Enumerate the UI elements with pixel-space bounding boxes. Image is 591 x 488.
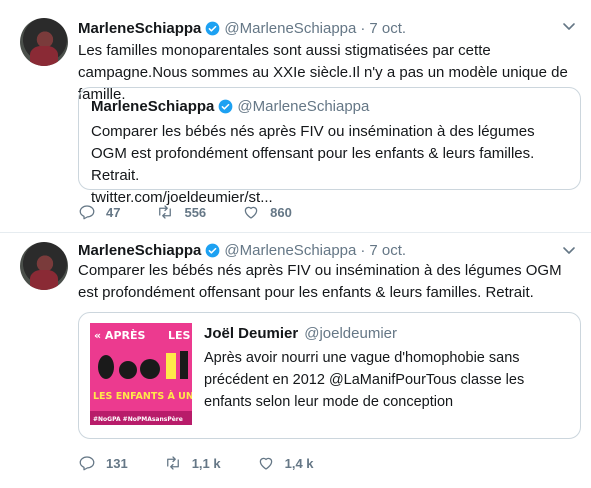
thumb-text-top-left: « APRÈS — [94, 329, 145, 342]
vegetable-shape — [98, 355, 114, 379]
quoted-author-name: MarleneSchiappa — [91, 98, 215, 115]
reply-button[interactable]: 47 — [78, 203, 120, 221]
quoted-author-handle: @MarleneSchiappa — [237, 98, 370, 115]
timestamp[interactable]: 7 oct. — [369, 242, 406, 259]
verified-badge-icon — [206, 21, 220, 35]
like-button[interactable]: 1,4 k — [257, 454, 314, 472]
tweet-header: MarleneSchiappa @MarleneSchiappa · 7 oct… — [78, 18, 406, 38]
like-count: 1,4 k — [284, 455, 314, 471]
quoted-tweet-text: Comparer les bébés nés après FIV ou insé… — [91, 121, 561, 209]
vegetable-shape — [166, 353, 176, 379]
retweet-button[interactable]: 1,1 k — [164, 454, 221, 472]
timestamp[interactable]: 7 oct. — [369, 20, 406, 37]
heart-icon — [244, 206, 258, 219]
separator-dot: · — [360, 241, 366, 259]
tweet-actions: 47 556 860 — [78, 203, 328, 221]
chevron-down-icon[interactable] — [561, 242, 577, 258]
reply-count: 47 — [106, 204, 121, 220]
quoted-media-thumbnail[interactable]: « APRÈS LES LES ENFANTS À UN #NoGPA #NoP… — [90, 323, 192, 425]
reply-button[interactable]: 131 — [78, 454, 128, 472]
like-count: 860 — [270, 204, 292, 220]
retweet-icon — [159, 205, 172, 219]
chevron-down-icon[interactable] — [561, 18, 577, 34]
author-name[interactable]: MarleneSchiappa — [78, 242, 201, 259]
retweet-icon — [166, 456, 179, 470]
quoted-tweet[interactable]: « APRÈS LES LES ENFANTS À UN #NoGPA #NoP… — [78, 312, 581, 439]
quoted-text-body: Comparer les bébés nés après FIV ou insé… — [91, 123, 535, 184]
verified-badge-icon — [206, 243, 220, 257]
tweet[interactable]: MarleneSchiappa @MarleneSchiappa · 7 oct… — [0, 0, 591, 233]
tweet-text: Comparer les bébés nés après FIV ou insé… — [78, 262, 562, 301]
vegetable-shape — [180, 351, 188, 379]
author-handle[interactable]: @MarleneSchiappa — [224, 242, 356, 259]
quoted-tweet-text: Après avoir nourri une vague d'homophobi… — [204, 350, 525, 410]
retweet-button[interactable]: 556 — [156, 203, 206, 221]
heart-icon — [259, 457, 272, 470]
quoted-tweet-header: Joël Deumier @joeldeumier — [204, 325, 397, 342]
retweet-count: 1,1 k — [191, 455, 221, 471]
thumb-text-top-right: LES — [168, 329, 191, 342]
reply-icon — [79, 205, 95, 220]
avatar[interactable] — [20, 242, 68, 290]
author-name[interactable]: MarleneSchiappa — [78, 20, 201, 37]
tweet-header: MarleneSchiappa @MarleneSchiappa · 7 oct… — [78, 240, 406, 260]
avatar[interactable] — [20, 18, 68, 66]
quoted-tweet-header: MarleneSchiappa @MarleneSchiappa — [91, 98, 369, 115]
quoted-author-handle: @joeldeumier — [304, 325, 397, 342]
tweet-actions: 131 1,1 k 1,4 k — [78, 454, 350, 472]
thumbnail-illustration: « APRÈS LES LES ENFANTS À UN #NoGPA #NoP… — [90, 323, 192, 425]
quoted-tweet[interactable]: MarleneSchiappa @MarleneSchiappa Compare… — [78, 87, 581, 206]
reply-count: 131 — [106, 455, 128, 471]
reply-icon — [79, 456, 95, 471]
tweet[interactable]: MarleneSchiappa @MarleneSchiappa · 7 oct… — [0, 233, 591, 488]
author-handle[interactable]: @MarleneSchiappa — [224, 20, 356, 37]
thumb-text-bottom: #NoGPA #NoPMAsansPère — [93, 416, 183, 423]
retweet-count: 556 — [184, 204, 207, 220]
separator-dot: · — [360, 19, 366, 37]
quoted-author-name: Joël Deumier — [204, 325, 299, 342]
thumb-text-middle: LES ENFANTS À UN — [93, 390, 192, 402]
verified-badge-icon — [219, 99, 233, 114]
vegetable-shape — [119, 361, 137, 379]
vegetable-shape — [140, 359, 160, 379]
like-button[interactable]: 860 — [242, 203, 292, 221]
